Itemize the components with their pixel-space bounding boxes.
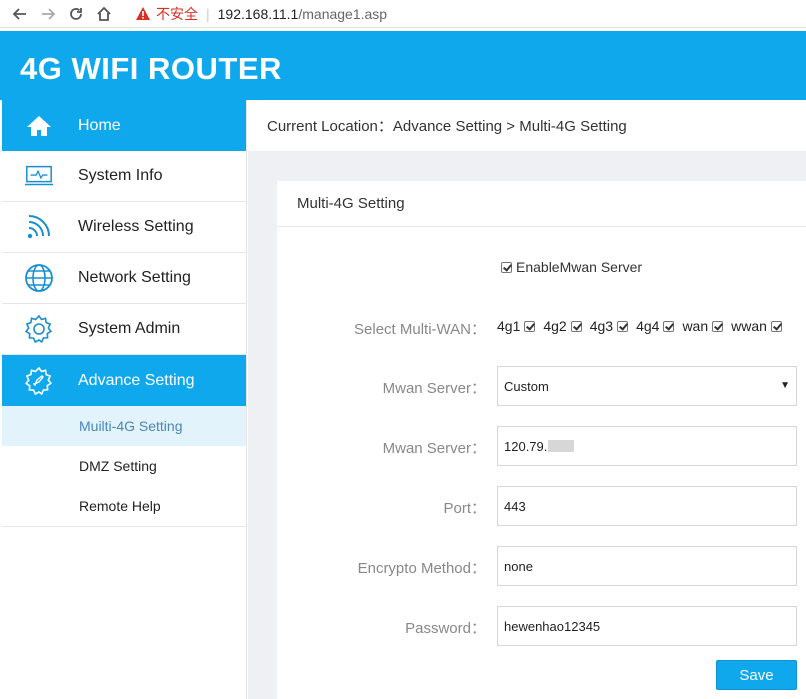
sidebar-item-label: System Info [78, 167, 163, 184]
advance-setting-submenu: Muilti-4G Setting DMZ Setting Remote Hel… [2, 406, 246, 527]
password-input[interactable]: hewenhao12345 [497, 606, 797, 646]
brand-title: 4G WIFI ROUTER [20, 51, 282, 86]
mwan-server-select[interactable]: Custom ▼ [497, 366, 797, 406]
dropdown-arrow-icon: ▼ [780, 380, 790, 391]
panel-title: Multi-4G Setting [277, 181, 806, 227]
encrypt-method-label: Encrypto Method： [357, 560, 486, 577]
enable-mwan-row: EnableMwan Server [501, 259, 642, 275]
sidebar-item-system-info[interactable]: System Info [2, 151, 246, 202]
mwan-server-input-value: 120.79. [504, 438, 548, 454]
sidebar-item-system-admin[interactable]: System Admin [2, 304, 246, 355]
home-icon [24, 111, 54, 141]
sidebar-item-wireless-setting[interactable]: Wireless Setting [2, 202, 246, 253]
sidebar-subitem-remote-help[interactable]: Remote Help [2, 486, 246, 526]
sidebar-item-label: Network Setting [78, 269, 191, 286]
gear-icon [24, 314, 54, 344]
multi-wan-options: 4g1 4g2 4g3 4g4 wan wwan [497, 318, 782, 334]
sidebar-item-label: Wireless Setting [78, 218, 194, 235]
wireless-icon [24, 212, 54, 242]
reload-icon [70, 7, 82, 20]
address-bar[interactable]: 不安全 | 192.168.11.1/manage1.asp [136, 4, 387, 24]
back-button[interactable] [6, 2, 34, 26]
monitor-icon [24, 161, 54, 191]
mwan-server-select-value: Custom [504, 378, 549, 394]
warning-icon [136, 7, 150, 20]
sidebar-subitem-dmz-setting[interactable]: DMZ Setting [2, 446, 246, 486]
forward-button[interactable] [34, 2, 62, 26]
wan-checkbox-4g3[interactable] [617, 320, 629, 332]
port-input[interactable]: 443 [497, 486, 797, 526]
sidebar-item-advance-setting[interactable]: Advance Setting [2, 355, 246, 406]
sidebar-subitem-multi-4g-setting[interactable]: Muilti-4G Setting [2, 406, 246, 446]
mwan-server-select-label: Mwan Server： [382, 380, 486, 397]
wan-option-label: 4g2 [543, 318, 567, 334]
wan-option-4g1: 4g1 [497, 318, 536, 334]
mwan-server-input[interactable]: 120.79. [497, 426, 797, 466]
wan-option-label: wan [682, 318, 709, 334]
sidebar-item-label: Home [78, 116, 121, 134]
multi-4g-setting-panel: Multi-4G Setting EnableMwan Server Selec… [277, 181, 806, 699]
wan-option-wan: wan [682, 318, 724, 334]
wan-option-4g2: 4g2 [543, 318, 582, 334]
port-label: Port： [443, 500, 486, 517]
password-label: Password： [405, 620, 486, 637]
arrow-right-icon [42, 7, 56, 20]
wan-option-label: 4g1 [497, 318, 521, 334]
redacted-blur [548, 440, 575, 452]
wan-option-wwan: wwan [731, 318, 782, 334]
url-host: 192.168.11.1 [217, 5, 299, 22]
globe-icon [24, 263, 54, 293]
password-value: hewenhao12345 [504, 618, 601, 634]
mwan-server-input-label: Mwan Server： [382, 440, 486, 457]
arrow-left-icon [12, 7, 26, 20]
wan-checkbox-4g2[interactable] [570, 320, 582, 332]
wan-option-label: wwan [731, 318, 767, 334]
wan-checkbox-4g1[interactable] [524, 320, 536, 332]
url-path: /manage1.asp [298, 5, 388, 22]
save-button[interactable]: Save [716, 660, 797, 690]
breadcrumb: Current Location：Advance Setting > Multi… [248, 100, 806, 151]
sidebar: Home System Info Wireless Setting Networ… [2, 100, 247, 699]
main-content: Current Location：Advance Setting > Multi… [248, 100, 806, 699]
wan-checkbox-wwan[interactable] [770, 320, 782, 332]
wan-checkbox-wan[interactable] [712, 320, 724, 332]
encrypt-method-input[interactable]: none [497, 546, 797, 586]
sidebar-item-label: System Admin [78, 320, 181, 337]
rocket-gear-icon [24, 366, 54, 396]
port-value: 443 [504, 498, 526, 514]
reload-button[interactable] [62, 2, 90, 26]
browser-toolbar: 不安全 | 192.168.11.1/manage1.asp [0, 0, 806, 28]
page-header: 4G WIFI ROUTER [0, 31, 806, 100]
wan-option-label: 4g3 [589, 318, 614, 334]
home-browser-button[interactable] [90, 2, 118, 26]
address-separator: | [206, 5, 210, 22]
enable-mwan-checkbox[interactable] [501, 261, 512, 273]
enable-mwan-label: EnableMwan Server [516, 259, 643, 275]
encrypt-method-value: none [504, 558, 533, 574]
select-multi-wan-label: Select Multi-WAN： [354, 321, 486, 338]
sidebar-item-network-setting[interactable]: Network Setting [2, 253, 246, 304]
wan-option-label: 4g4 [636, 318, 660, 334]
house-icon [97, 6, 111, 21]
sidebar-item-label: Advance Setting [78, 371, 195, 389]
wan-option-4g4: 4g4 [636, 318, 675, 334]
wan-option-4g3: 4g3 [589, 318, 629, 334]
wan-checkbox-4g4[interactable] [663, 320, 675, 332]
security-warning-text: 不安全 [156, 5, 198, 22]
sidebar-item-home[interactable]: Home [2, 100, 246, 151]
